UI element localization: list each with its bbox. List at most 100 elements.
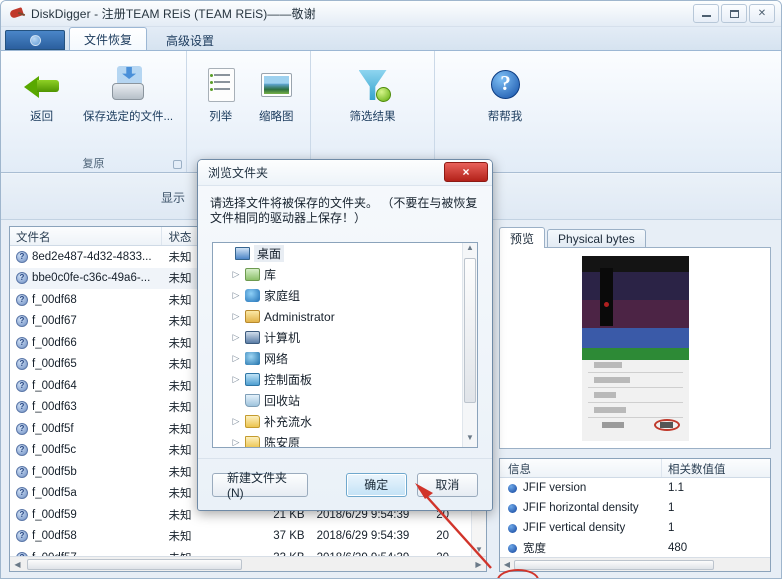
tree-item-computer-icon[interactable]: ▷ 计算机 bbox=[213, 327, 477, 348]
info-row[interactable]: JFIF vertical density 1 bbox=[500, 518, 770, 538]
dialog-close-button[interactable]: × bbox=[444, 162, 488, 182]
tree-expander-icon[interactable]: ▷ bbox=[231, 311, 241, 322]
tree-item-label: 回收站 bbox=[264, 394, 301, 408]
info-column-header-key[interactable]: 信息 bbox=[500, 459, 662, 477]
info-list-view[interactable]: 信息 相关数值值 JFIF version 1.1 JFIF horizontal … bbox=[499, 458, 771, 572]
tab-physical-bytes[interactable]: Physical bytes bbox=[547, 229, 646, 248]
info-hscroll-thumb[interactable] bbox=[514, 559, 714, 570]
tab-file-recovery-label: 文件恢复 bbox=[84, 32, 133, 47]
filename-text: f_00df5c bbox=[32, 444, 77, 457]
window-title: DiskDigger - 注册TEAM REiS (TEAM REiS)——敬谢 bbox=[31, 7, 316, 21]
scroll-down-icon[interactable]: ▼ bbox=[472, 542, 486, 556]
file-type-icon: ? bbox=[16, 293, 28, 306]
tree-expander-icon[interactable]: ▷ bbox=[231, 416, 241, 427]
cell-date: 2018/6/29 9:54:39 bbox=[316, 530, 410, 543]
filename-text: f_00df68 bbox=[32, 293, 77, 306]
save-selected-files-label: 保存选定的文件... bbox=[83, 111, 174, 123]
tree-item-control-panel-icon[interactable]: ▷ 控制面板 bbox=[213, 369, 477, 390]
filename-text: f_00df67 bbox=[32, 315, 77, 328]
cancel-button[interactable]: 取消 bbox=[416, 472, 478, 497]
maximize-button[interactable] bbox=[721, 4, 747, 23]
dialog-prompt-text: 请选择文件将被保存的文件夹。 （不要在与被恢复文件相同的驱动器上保存！） bbox=[210, 196, 478, 225]
scroll-right-icon[interactable]: ▶ bbox=[471, 557, 486, 571]
tree-expander-icon[interactable]: ▷ bbox=[231, 437, 241, 447]
tree-item-network-icon[interactable]: ▷ 网络 bbox=[213, 348, 477, 369]
recycle-bin-icon bbox=[245, 394, 260, 407]
tree-expander-icon[interactable]: ▷ bbox=[231, 290, 241, 301]
info-key: JFIF version bbox=[500, 482, 662, 494]
tree-item-desktop-icon[interactable]: 桌面 bbox=[213, 243, 477, 264]
diskdigger-main-window: DiskDigger - 注册TEAM REiS (TEAM REiS)——敬谢… bbox=[0, 0, 782, 579]
tree-item-homegroup-icon[interactable]: ▷ 家庭组 bbox=[213, 285, 477, 306]
tree-item-folder-icon[interactable]: ▷ 陈安原 bbox=[213, 432, 477, 447]
info-column-header-value[interactable]: 相关数值值 bbox=[662, 459, 770, 477]
scroll-left-icon[interactable]: ◀ bbox=[10, 557, 25, 571]
library-icon bbox=[245, 268, 260, 281]
tree-expander-icon[interactable]: ▷ bbox=[231, 353, 241, 364]
save-selected-files-button[interactable]: 保存选定的文件... bbox=[76, 59, 180, 154]
filename-text: f_00df58 bbox=[32, 530, 77, 543]
folder-tree-view[interactable]: 桌面 ▷ 库 ▷ 家庭组 ▷ Administrator ▷ 计算机 ▷ 网络 ▷ 控制面板 回收站 ▷ 补充… bbox=[212, 242, 478, 448]
hscroll-thumb[interactable] bbox=[27, 558, 242, 570]
info-row[interactable]: JFIF version 1.1 bbox=[500, 478, 770, 498]
tree-item-label: 家庭组 bbox=[264, 289, 301, 303]
filter-results-label: 筛选结果 bbox=[349, 111, 396, 123]
dialog-launcher-icon[interactable] bbox=[173, 160, 182, 169]
minimize-button[interactable] bbox=[693, 4, 719, 23]
user-folder-icon bbox=[245, 310, 260, 323]
ribbon-group-filter: 筛选结果 bbox=[311, 51, 435, 172]
ribbon-group-help: ? 帮帮我 bbox=[435, 51, 575, 172]
ok-button[interactable]: 确定 bbox=[345, 472, 407, 497]
file-type-icon: ? bbox=[16, 401, 28, 414]
thumbnail-view-button[interactable]: 缩略图 bbox=[249, 59, 305, 154]
close-button[interactable]: ✕ bbox=[749, 4, 775, 23]
info-row[interactable]: 宽度 480 bbox=[500, 538, 770, 558]
tab-advanced-settings[interactable]: 高级设置 bbox=[151, 29, 229, 50]
tree-expander-icon[interactable]: ▷ bbox=[231, 269, 241, 280]
file-type-icon: ? bbox=[16, 336, 28, 349]
info-key-text: 宽度 bbox=[523, 543, 546, 555]
list-view-button[interactable]: 列举 bbox=[193, 59, 249, 154]
tree-item-folder-icon[interactable]: ▷ 补充流水 bbox=[213, 411, 477, 432]
phone-screenshot-preview bbox=[581, 255, 689, 441]
tree-expander-icon[interactable]: ▷ bbox=[231, 332, 241, 343]
cell-filename: ? f_00df65 bbox=[10, 358, 162, 371]
diskdigger-icon bbox=[9, 6, 26, 22]
filename-text: f_00df5f bbox=[32, 422, 74, 435]
bullet-icon bbox=[508, 523, 517, 533]
tree-scroll-down-icon[interactable]: ▼ bbox=[463, 433, 477, 447]
file-type-icon: ? bbox=[16, 315, 28, 328]
table-row[interactable]: ?f_00df57未知33 KB2018/6/29 9:54:3920 bbox=[10, 547, 486, 556]
tree-scroll-up-icon[interactable]: ▲ bbox=[463, 243, 477, 257]
tree-item-library-icon[interactable]: ▷ 库 bbox=[213, 264, 477, 285]
cell-filename: ? bbe0c0fe-c36c-49a6-... bbox=[10, 272, 162, 285]
tab-physical-bytes-label: Physical bytes bbox=[558, 232, 635, 246]
cell-filename: ? 8ed2e487-4d32-4833... bbox=[10, 250, 162, 263]
app-menu-button[interactable] bbox=[5, 30, 65, 50]
filter-results-button[interactable]: 筛选结果 bbox=[329, 59, 417, 154]
help-button[interactable]: ? 帮帮我 bbox=[461, 59, 549, 154]
info-scroll-left-icon[interactable]: ◀ bbox=[500, 560, 514, 569]
ribbon-group-view: 列举 缩略图 bbox=[187, 51, 311, 172]
help-question-icon: ? bbox=[485, 65, 525, 105]
thumbnail-view-label: 缩略图 bbox=[259, 111, 294, 123]
back-button[interactable]: 返回 bbox=[7, 59, 76, 154]
new-folder-button[interactable]: 新建文件夹(N) bbox=[212, 471, 308, 500]
info-horizontal-scrollbar[interactable]: ◀ bbox=[500, 557, 770, 571]
tree-item-recycle-bin-icon[interactable]: 回收站 bbox=[213, 390, 477, 411]
column-header-filename[interactable]: 文件名 bbox=[10, 227, 163, 245]
tree-scroll-thumb[interactable] bbox=[464, 258, 476, 403]
tab-file-recovery[interactable]: 文件恢复 bbox=[69, 27, 148, 50]
tree-item-user-folder-icon[interactable]: ▷ Administrator bbox=[213, 306, 477, 327]
cell-filename: ? f_00df5b bbox=[10, 465, 162, 478]
folder-tree-scrollbar[interactable]: ▲ ▼ bbox=[462, 243, 477, 447]
table-row[interactable]: ? f_00df58 未知 37 KB 2018/6/29 9:54:39 20 bbox=[10, 526, 486, 548]
title-bar: DiskDigger - 注册TEAM REiS (TEAM REiS)——敬谢… bbox=[1, 1, 781, 27]
file-type-icon: ? bbox=[16, 444, 28, 457]
file-list-horizontal-scrollbar[interactable]: ◀ ▶ bbox=[10, 556, 486, 571]
cell-filename: ? f_00df5c bbox=[10, 444, 162, 457]
info-row[interactable]: JFIF horizontal density 1 bbox=[500, 498, 770, 518]
tree-expander-icon[interactable]: ▷ bbox=[231, 374, 241, 385]
info-key-text: JFIF horizontal density bbox=[523, 502, 639, 514]
tab-preview[interactable]: 预览 bbox=[499, 227, 546, 248]
